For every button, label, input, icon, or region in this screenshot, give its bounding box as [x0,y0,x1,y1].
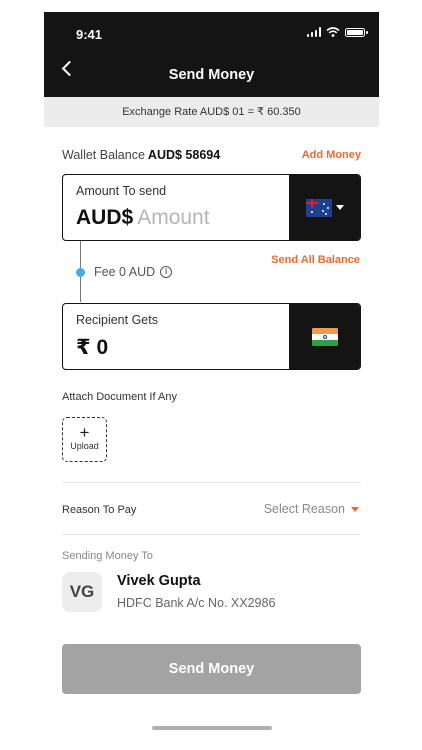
fee-text: Fee 0 AUD [94,265,156,279]
wallet-balance-value: AUD$ 58694 [147,148,221,162]
status-time: 9:41 [76,27,103,42]
recipient-gets-value: ₹ 0 [76,336,109,359]
upload-label: Upload [70,441,99,451]
upload-button[interactable]: + Upload [62,417,107,462]
amount-placeholder: Amount [137,206,210,229]
send-amount-label: Amount To send [76,184,167,198]
app-header: 9:41 Send Money [44,12,379,97]
currency-selector[interactable] [289,175,360,240]
wallet-balance-label: Wallet Balance [62,148,145,162]
fee-dot [76,268,85,277]
signal-icon [306,27,321,37]
home-indicator [152,726,272,730]
phone-screen: 9:41 Send Money Exchange Rate AUD$ 01 = … [44,12,379,742]
recipient-gets-card: Recipient Gets ₹ 0 [62,303,361,370]
wallet-balance: Wallet Balance AUD$ 58694 [62,148,220,162]
recipient-currency-box [289,304,360,369]
reason-to-pay-label: Reason To Pay [62,504,137,516]
status-icons [306,27,368,37]
recipient-gets-label: Recipient Gets [76,313,158,327]
info-icon[interactable]: i [160,266,173,278]
fee-info: Fee 0 AUD i [94,265,173,279]
send-amount-input[interactable]: AUD$ Amount [76,206,210,230]
page-title: Send Money [168,67,255,83]
attach-document-label: Attach Document If Any [62,391,177,403]
chevron-down-icon [335,205,344,210]
send-currency: AUD$ [76,206,134,229]
recipient-name: Vivek Gupta [117,573,201,589]
reason-select-value: Select Reason [263,502,345,516]
plus-icon: + [79,423,90,442]
exchange-rate-bar: Exchange Rate AUD$ 01 = ₹ 60.350 [44,97,379,127]
recipient-bank: HDFC Bank A/c No. XX2986 [117,596,276,610]
sending-money-to-label: Sending Money To [62,550,153,562]
send-amount-card[interactable]: Amount To send AUD$ Amount [62,174,361,241]
divider [62,534,361,535]
send-all-balance-link[interactable]: Send All Balance [271,254,360,266]
australia-flag-icon [305,198,332,217]
send-money-button[interactable]: Send Money [62,644,361,694]
add-money-link[interactable]: Add Money [302,149,361,161]
reason-select[interactable]: Select Reason [264,502,359,516]
avatar: VG [62,572,102,612]
battery-icon [345,27,368,37]
caret-down-icon [351,506,359,512]
divider [62,482,361,483]
india-flag-icon [311,327,338,346]
wifi-icon [326,27,340,37]
